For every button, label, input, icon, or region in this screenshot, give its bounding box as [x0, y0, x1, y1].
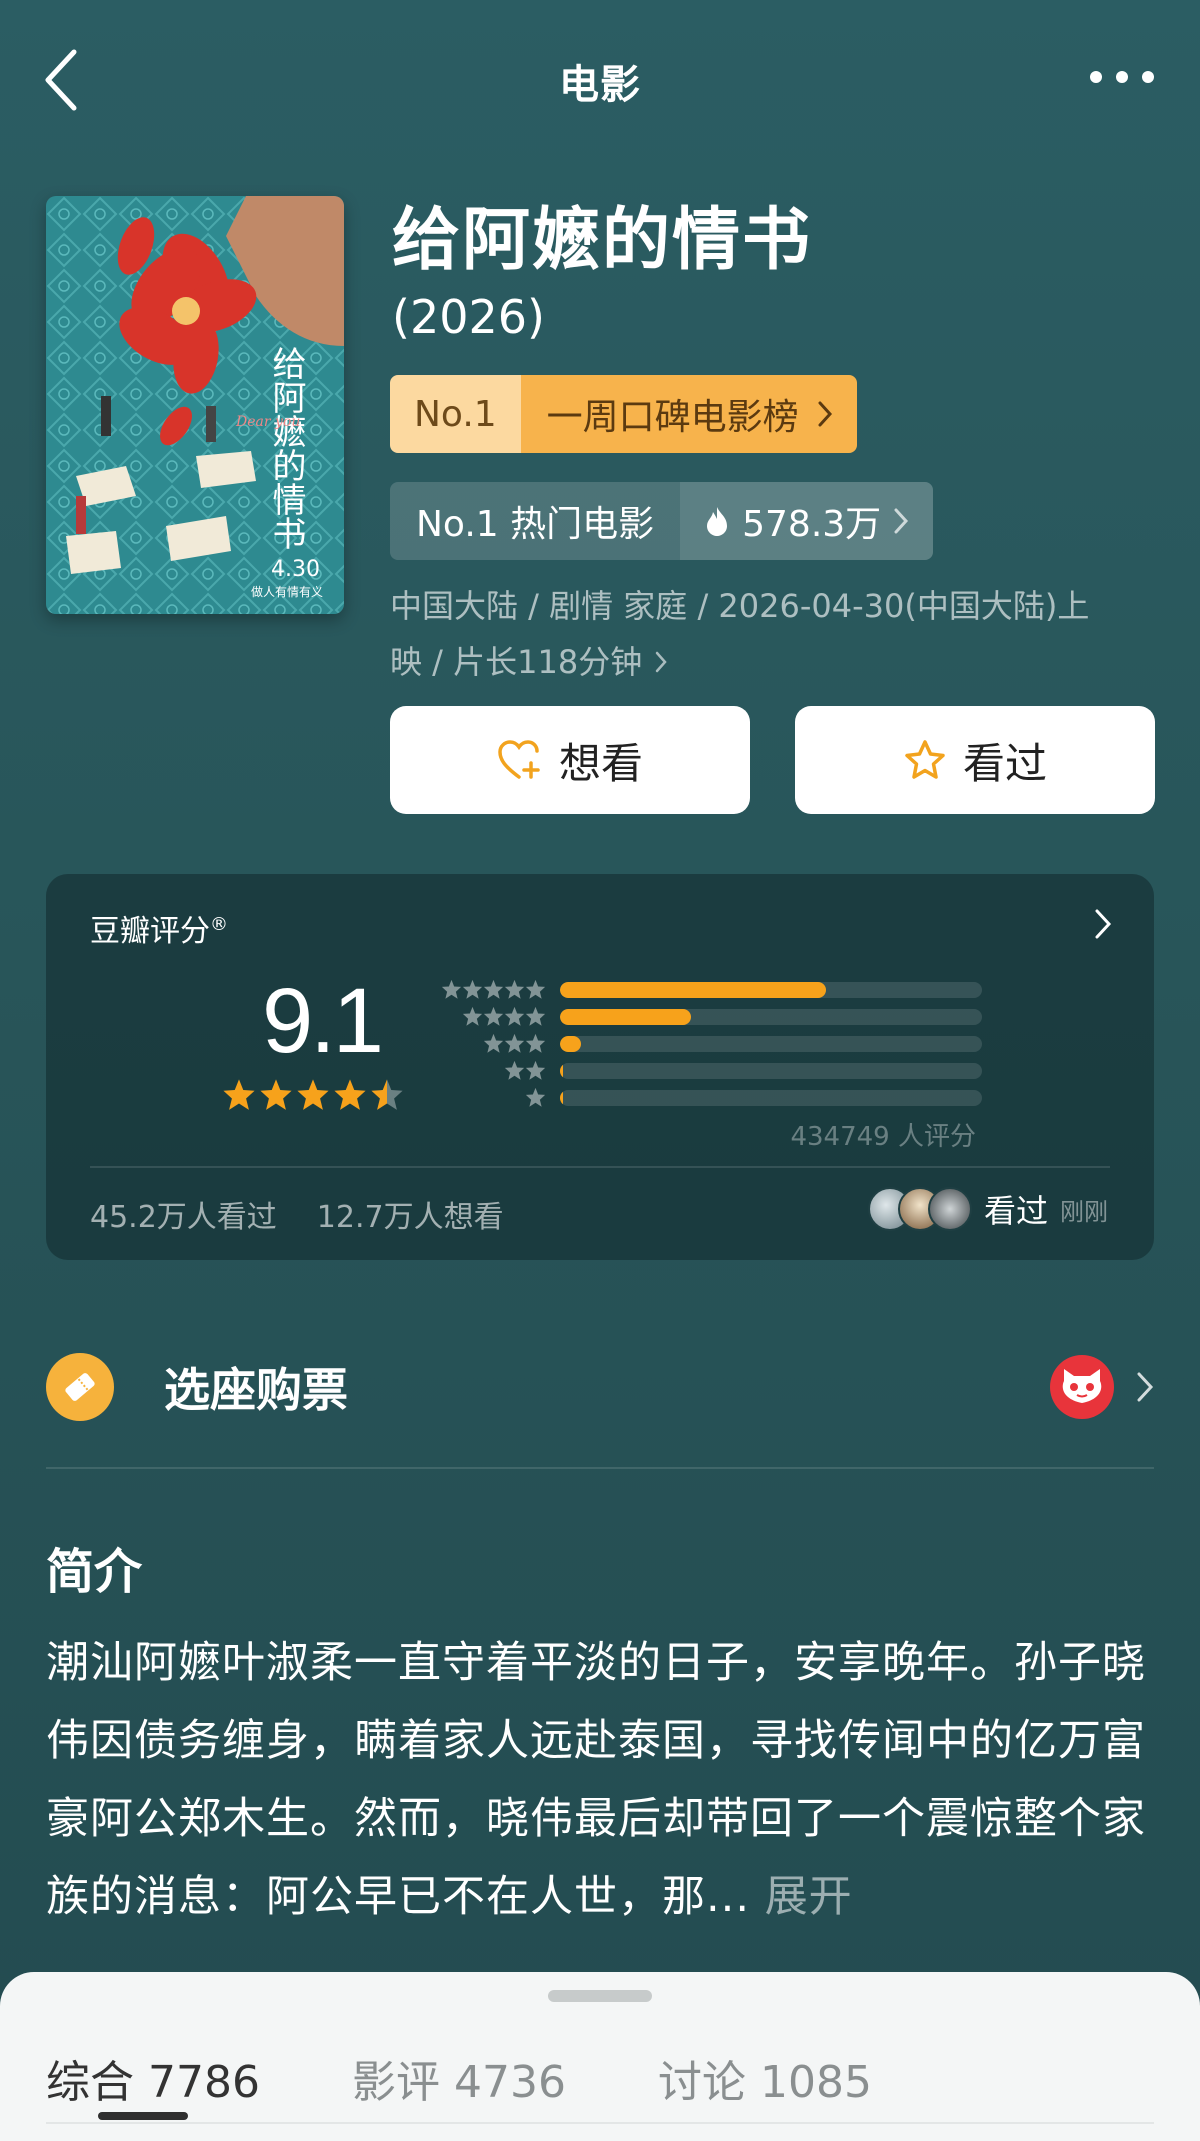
chevron-right-icon	[1137, 1372, 1154, 1402]
rating-bar-track	[560, 1062, 982, 1079]
seen-count: 45.2万人看过	[90, 1200, 277, 1235]
buy-ticket-row[interactable]: 选座购票	[46, 1344, 1154, 1430]
movie-title: 给阿嬷的情书	[392, 201, 813, 280]
tab-reviews[interactable]: 影评 4736	[352, 2046, 566, 2110]
active-tab-indicator	[98, 2112, 188, 2120]
rating-bar-fill	[560, 1062, 563, 1079]
flame-icon	[707, 507, 728, 536]
rating-bar-track	[560, 1035, 982, 1052]
star-outline-icon	[905, 740, 945, 779]
friends-activity[interactable]: 看过 刚刚	[867, 1186, 1108, 1232]
avatar	[927, 1187, 972, 1231]
rating-bar-fill	[560, 981, 826, 998]
rating-detail-chevron[interactable]	[1094, 908, 1112, 944]
rating-bar-row	[436, 1030, 982, 1057]
bar-star-label	[436, 1006, 546, 1027]
rating-bar-row	[436, 1084, 982, 1111]
rating-star-icon	[333, 1078, 367, 1116]
rating-count: 434749 人评分	[790, 1122, 976, 1152]
bar-star-label	[436, 1087, 546, 1108]
movie-meta[interactable]: 中国大陆 / 剧情 家庭 / 2026-04-30(中国大陆)上 映 / 片长1…	[390, 578, 1130, 690]
friends-seen-label: 看过	[983, 1192, 1048, 1230]
poster-date: 4.30	[271, 557, 320, 582]
divider	[90, 1166, 1110, 1168]
intro-text: 潮汕阿嬷叶淑柔一直守着平淡的日子，安享晚年。孙子晓伟因债务缠身，瞒着家人远赴泰国…	[46, 1624, 1156, 1936]
divider	[46, 2122, 1154, 2124]
rating-label: 豆瓣评分®	[90, 914, 228, 949]
rating-star-icon	[222, 1078, 256, 1116]
chevron-right-icon	[1095, 909, 1112, 939]
movie-year: (2026)	[392, 290, 545, 344]
want-to-watch-button[interactable]: 想看	[390, 706, 750, 814]
rating-bar-track	[560, 1089, 982, 1106]
hot-movie-badge[interactable]: No.1 热门电影 578.3万	[390, 482, 934, 560]
poster-title: 给阿嬷的情书	[266, 346, 306, 550]
rank-number: No.1	[390, 375, 521, 453]
tab-overview[interactable]: 综合 7786	[46, 2046, 260, 2110]
heart-plus-icon	[498, 740, 540, 779]
hot-label: No.1 热门电影	[390, 482, 681, 560]
rating-stars	[222, 1078, 404, 1116]
weekly-rank-badge[interactable]: No.1 一周口碑电影榜	[390, 375, 857, 453]
watch-stats: 45.2万人看过 12.7万人想看	[90, 1192, 504, 1236]
movie-poster[interactable]: 给阿嬷的情书 4.30 做人有情有义 Dear you	[46, 196, 344, 614]
poster-tagline: 做人有情有义	[251, 584, 323, 599]
poster-overlay: Dear you	[235, 414, 300, 430]
ticket-icon	[46, 1353, 114, 1421]
hot-value: 578.3万	[742, 504, 882, 545]
rating-bar-row	[436, 976, 982, 1003]
drag-handle[interactable]	[548, 1990, 652, 2002]
bar-star-label	[436, 979, 546, 1000]
rating-bar-track	[560, 1008, 982, 1025]
expand-link[interactable]: 展开	[765, 1872, 853, 1922]
rating-bar-fill	[560, 1008, 691, 1025]
rating-bar-fill	[560, 1089, 563, 1106]
tab-discussions[interactable]: 讨论 1085	[658, 2046, 872, 2110]
rating-bar-row	[436, 1057, 982, 1084]
more-button[interactable]	[1090, 60, 1154, 94]
rank-label: 一周口碑电影榜	[546, 397, 799, 438]
rating-bar-track	[560, 981, 982, 998]
friends-seen-time: 刚刚	[1060, 1197, 1108, 1226]
intro-heading: 简介	[46, 1544, 143, 1600]
poster-image: 给阿嬷的情书 4.30 做人有情有义 Dear you	[46, 196, 344, 614]
intro-body: 潮汕阿嬷叶淑柔一直守着平淡的日子，安享晚年。孙子晓伟因债务缠身，瞒着家人远赴泰国…	[46, 1638, 1146, 1922]
bottom-sheet[interactable]: 综合 7786 影评 4736 讨论 1085	[0, 1972, 1200, 2141]
nav-title: 电影	[559, 62, 641, 108]
ticket-label: 选座购票	[164, 1363, 348, 1417]
chevron-right-icon	[655, 651, 667, 673]
rating-score: 9.1	[262, 970, 384, 1072]
rating-bar-row	[436, 1003, 982, 1030]
rating-bar-fill	[560, 1035, 582, 1052]
want-count: 12.7万人想看	[316, 1200, 504, 1235]
rating-star-icon	[370, 1078, 404, 1116]
chevron-right-icon	[894, 508, 909, 534]
bar-star-label	[436, 1060, 546, 1081]
want-label: 想看	[558, 738, 643, 788]
rating-distribution	[436, 976, 982, 1111]
meta-line-1: 中国大陆 / 剧情 家庭 / 2026-04-30(中国大陆)上	[390, 587, 1090, 625]
content-tabs: 综合 7786 影评 4736 讨论 1085	[46, 2046, 872, 2110]
friend-avatars	[867, 1187, 972, 1231]
seen-label: 看过	[962, 738, 1047, 788]
meta-line-2: 映 / 片长118分钟	[390, 643, 643, 681]
more-dots-icon	[1090, 71, 1102, 83]
maoyan-cat-icon	[1050, 1355, 1114, 1419]
divider	[46, 1467, 1154, 1469]
rating-star-icon	[259, 1078, 293, 1116]
seen-button[interactable]: 看过	[795, 706, 1155, 814]
chevron-right-icon	[818, 401, 832, 427]
bar-star-label	[436, 1033, 546, 1054]
rating-star-icon	[296, 1078, 330, 1116]
rating-card[interactable]: 豆瓣评分® 9.1 434749 人评分 45.2万人看过 12.7万人想看 看…	[46, 874, 1154, 1260]
